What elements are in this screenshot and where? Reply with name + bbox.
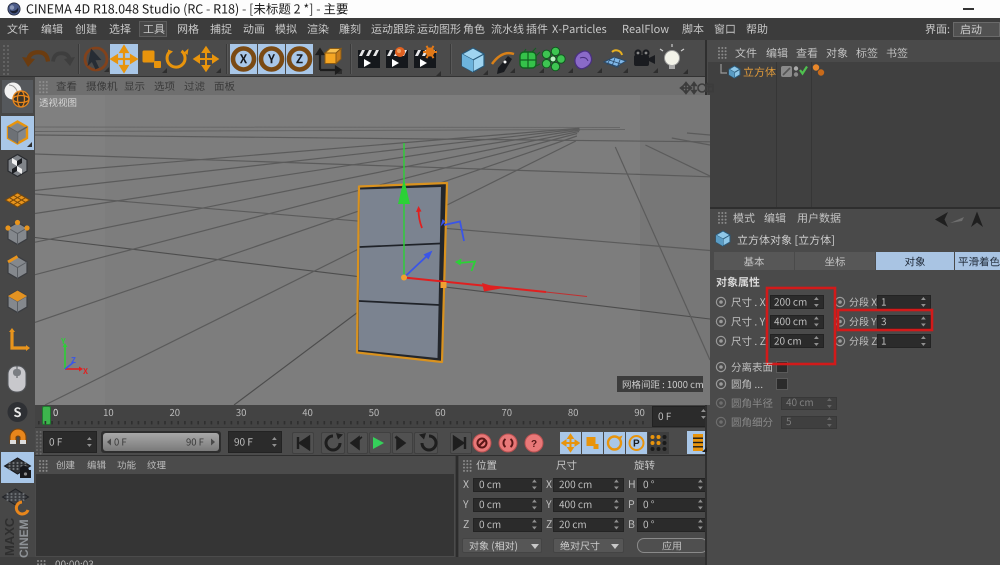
svg-text:P: P [633,439,640,450]
svg-text:CINEM: CINEM [17,519,31,558]
svg-text:MAXC: MAXC [2,517,17,556]
svg-text:?: ? [531,439,537,450]
